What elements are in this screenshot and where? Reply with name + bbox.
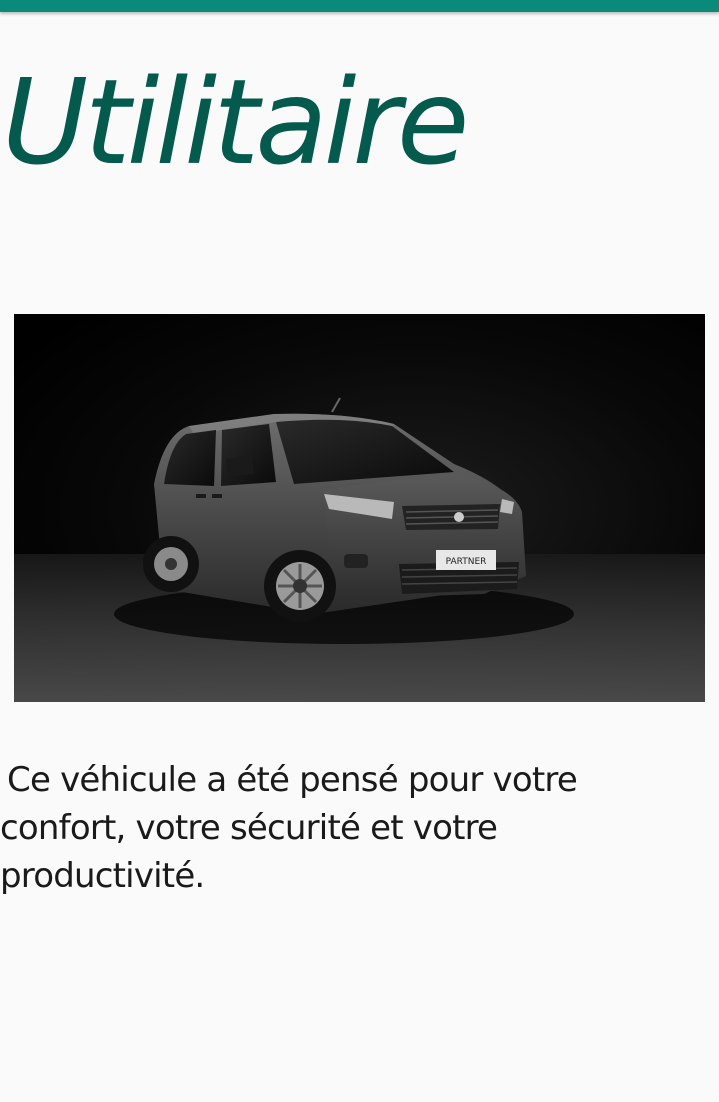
top-app-bar	[0, 0, 719, 12]
vehicle-description: Ce véhicule a été pensé pour votre confo…	[0, 760, 578, 896]
page-title: Utilitaire	[2, 53, 469, 191]
vehicle-image: PARTNER	[14, 314, 705, 702]
license-plate-text: PARTNER	[446, 557, 487, 567]
